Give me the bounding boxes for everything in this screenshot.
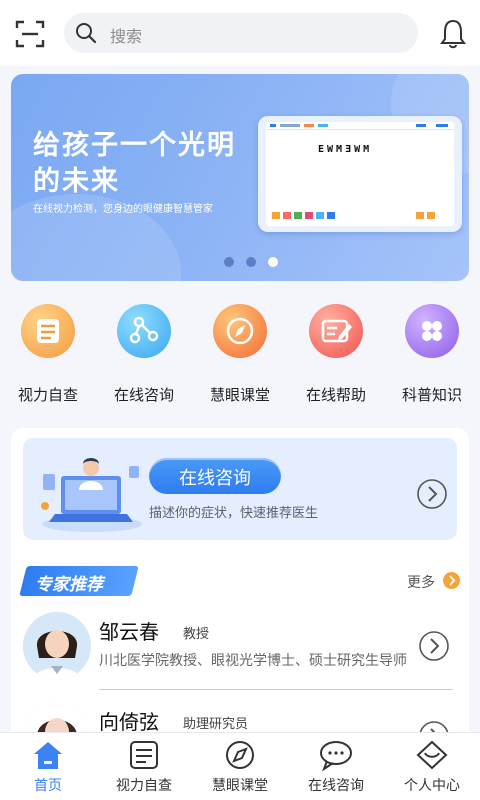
doctor-name: 向倚弦 — [99, 710, 159, 734]
doctor-name: 邹云春 — [99, 620, 159, 644]
quick-nav-label: 视力自查 — [17, 386, 78, 404]
quick-nav-label: 在线咨询 — [113, 386, 174, 404]
monitor-illustration: EWMƎWM — [258, 116, 462, 232]
tab-home[interactable]: 首页 — [0, 733, 96, 800]
carousel-dot[interactable] — [224, 257, 234, 267]
compass-icon — [222, 739, 258, 771]
consult-banner[interactable]: 在线咨询 描述你的症状，快速推荐医生 — [23, 438, 457, 540]
clipboard-icon — [21, 304, 75, 358]
tab-eye-class[interactable]: 慧眼课堂 — [192, 733, 288, 800]
more-label[interactable]: 更多 — [407, 572, 435, 592]
quick-nav-vision-check[interactable]: 视力自查 — [0, 298, 96, 416]
profile-icon — [414, 739, 450, 771]
consult-description: 描述你的症状，快速推荐医生 — [149, 506, 319, 521]
doctor-item[interactable]: 邹云春 教授 川北医学院教授、眼视光学博士、硕士研究生导师 — [23, 612, 457, 692]
doctor-rank: 助理研究员 — [183, 717, 249, 732]
bottom-tab-bar: 首页 视力自查 慧眼课堂 在线咨询 个人中心 — [0, 732, 480, 800]
doctor-bio: 川北医学院教授、眼视光学博士、硕士研究生导师 — [99, 653, 407, 669]
section-title: 专家推荐 — [35, 575, 103, 595]
quick-nav-label: 在线帮助 — [305, 386, 366, 404]
search-bar[interactable]: 搜索 — [64, 13, 418, 53]
chevron-right-icon[interactable] — [416, 478, 448, 510]
quick-nav-online-consult[interactable]: 在线咨询 — [96, 298, 192, 416]
compass-icon — [213, 304, 267, 358]
bell-icon[interactable] — [434, 15, 472, 53]
tab-label: 首页 — [34, 778, 62, 794]
quick-nav-science-knowledge[interactable]: 科普知识 — [384, 298, 480, 416]
tab-profile[interactable]: 个人中心 — [384, 733, 480, 800]
quick-nav-label: 科普知识 — [401, 386, 462, 404]
home-icon — [30, 739, 66, 771]
carousel-dot-active[interactable] — [268, 257, 278, 267]
banner-subtitle: 在线视力检测，您身边的眼健康智慧管家 — [33, 204, 213, 215]
top-bar: 搜索 — [0, 0, 480, 66]
scan-icon[interactable] — [14, 18, 46, 50]
quick-nav-online-help[interactable]: 在线帮助 — [288, 298, 384, 416]
avatar — [23, 612, 91, 680]
online-consult-button-label: 在线咨询 — [179, 468, 251, 489]
divider — [99, 689, 453, 690]
doctor-laptop-illustration — [37, 446, 147, 534]
grid-icon — [405, 304, 459, 358]
network-icon — [117, 304, 171, 358]
search-placeholder[interactable]: 搜索 — [110, 23, 142, 47]
online-consult-button[interactable]: 在线咨询 — [149, 458, 281, 494]
carousel-dot[interactable] — [246, 257, 256, 267]
tab-label: 个人中心 — [404, 778, 460, 794]
tab-label: 在线咨询 — [308, 778, 364, 794]
chat-bubble-icon — [318, 739, 354, 772]
more-link[interactable]: 更多 — [407, 571, 463, 591]
chevron-right-icon[interactable] — [418, 630, 450, 662]
quick-nav: 视力自查 在线咨询 慧眼课堂 在线帮助 科普知识 — [0, 298, 480, 418]
tab-label: 慧眼课堂 — [212, 778, 268, 794]
chevron-right-icon — [443, 572, 460, 589]
expert-section-header: 专家推荐 — [19, 566, 139, 596]
doctor-rank: 教授 — [183, 627, 210, 642]
banner-title: 给孩子一个光明的未来 — [33, 130, 236, 197]
promo-banner[interactable]: 给孩子一个光明的未来 在线视力检测，您身边的眼健康智慧管家 EWMƎWM — [11, 74, 469, 281]
tab-online-consult[interactable]: 在线咨询 — [288, 733, 384, 800]
search-icon — [74, 21, 98, 45]
quick-nav-label: 慧眼课堂 — [209, 386, 270, 404]
carousel-dots[interactable] — [224, 257, 284, 267]
eye-chart-text: EWMƎWM — [318, 144, 373, 155]
content-card: 在线咨询 描述你的症状，快速推荐医生 专家推荐 更多 邹云春 教授 川北医学院教… — [11, 428, 469, 770]
clipboard-icon — [126, 739, 162, 771]
tab-vision-check[interactable]: 视力自查 — [96, 733, 192, 800]
tab-label: 视力自查 — [116, 778, 172, 794]
edit-document-icon — [309, 304, 363, 358]
quick-nav-eye-class[interactable]: 慧眼课堂 — [192, 298, 288, 416]
